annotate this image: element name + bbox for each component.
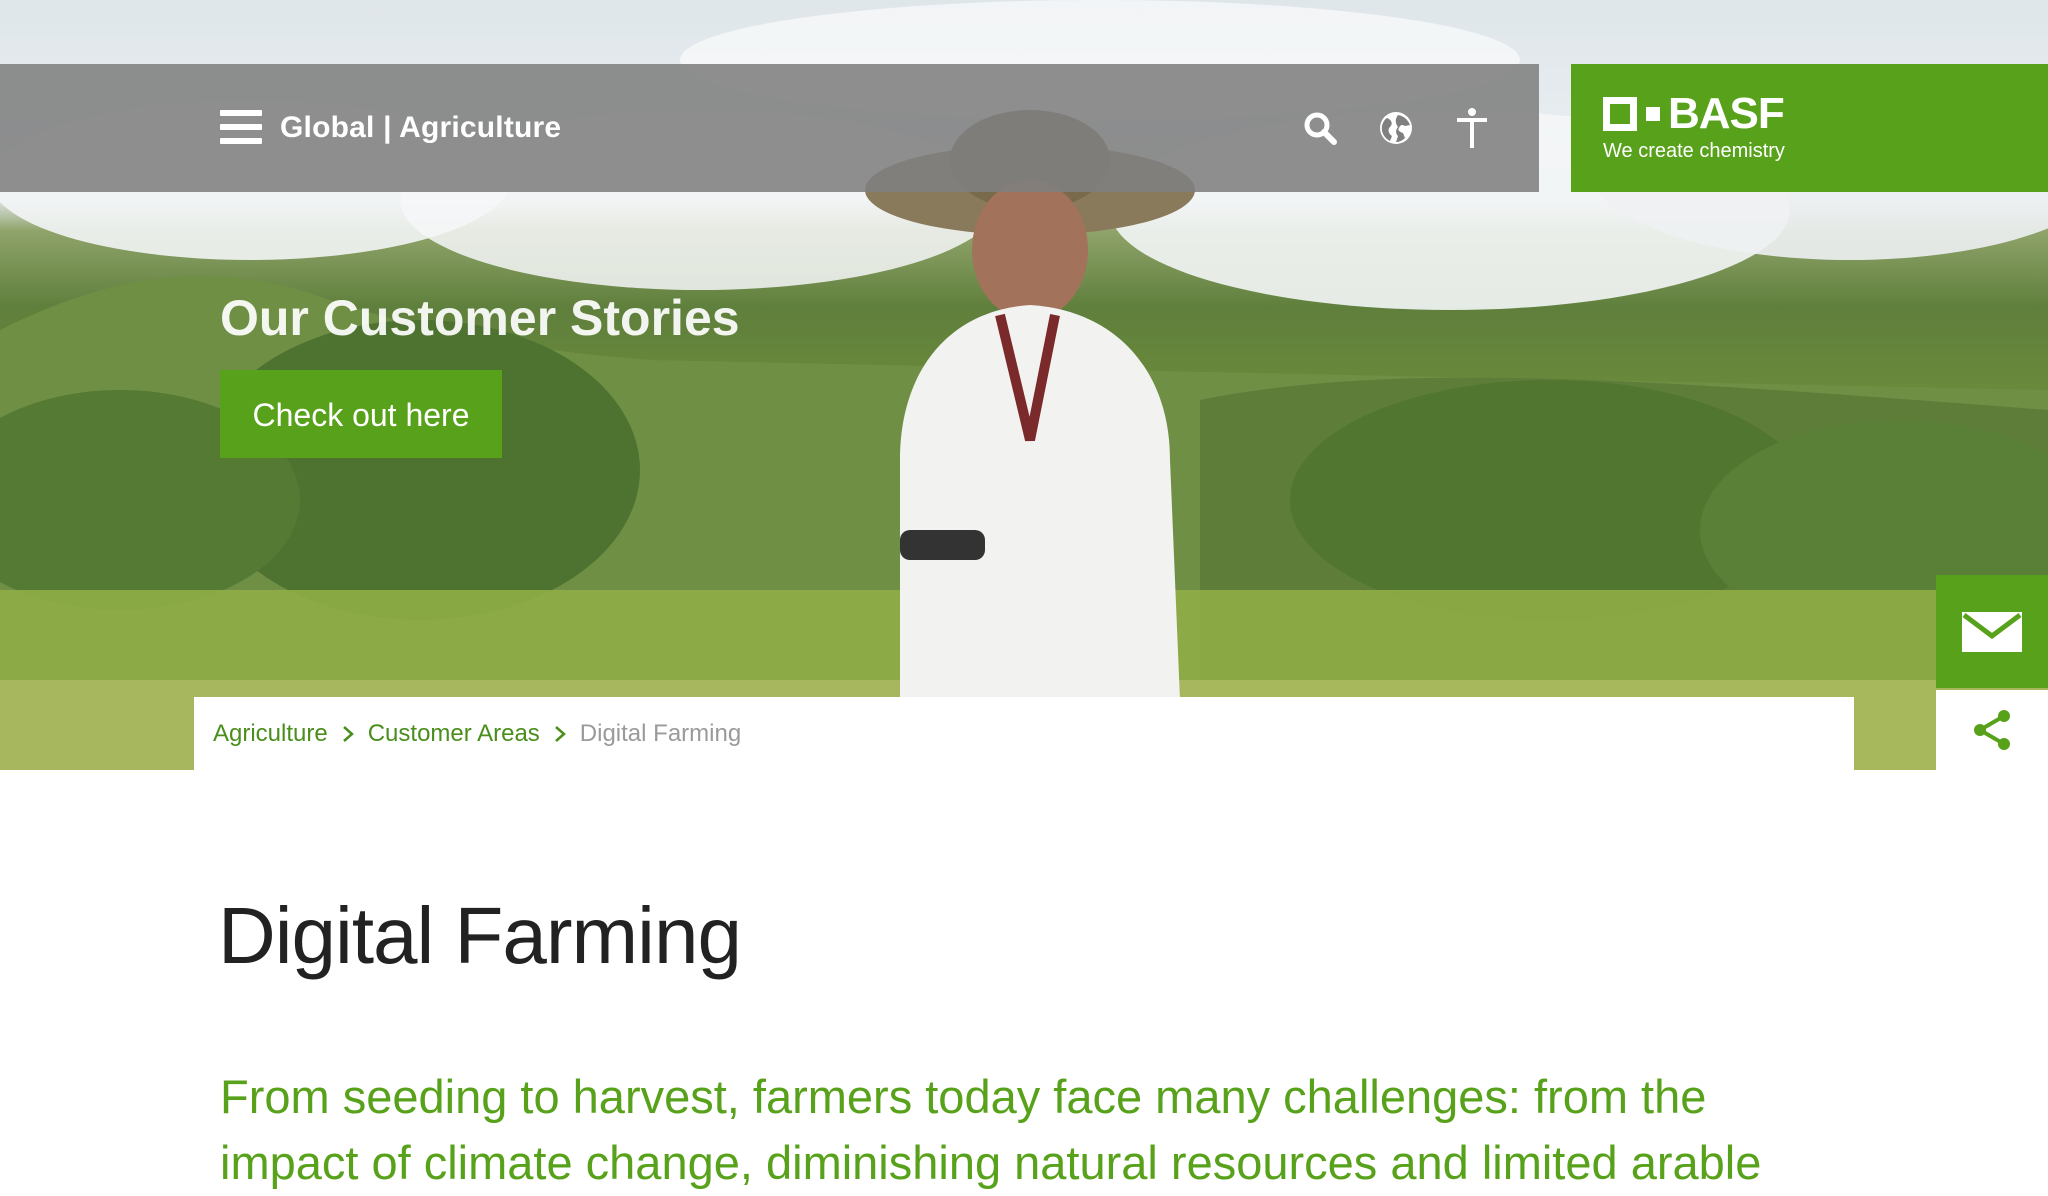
share-icon xyxy=(1974,710,2010,750)
logo-tagline: We create chemistry xyxy=(1603,140,1785,162)
top-navigation-bar: Global | Agriculture xyxy=(0,64,1539,192)
globe-icon[interactable] xyxy=(1376,106,1416,150)
contact-mail-button[interactable] xyxy=(1936,575,2048,688)
logo-wordmark: BASF xyxy=(1668,89,1785,138)
site-title[interactable]: Global | Agriculture xyxy=(280,109,561,147)
accessibility-icon[interactable] xyxy=(1452,106,1492,150)
search-icon[interactable] xyxy=(1300,106,1340,150)
share-button[interactable] xyxy=(1936,690,2048,770)
intro-paragraph: From seeding to harvest, farmers today f… xyxy=(220,1070,1762,1189)
breadcrumb: Agriculture Customer Areas Digital Farmi… xyxy=(194,697,1854,770)
breadcrumb-item-digital-farming: Digital Farming xyxy=(579,719,742,747)
breadcrumb-item-agriculture[interactable]: Agriculture xyxy=(213,720,328,748)
chevron-right-icon xyxy=(554,725,566,742)
page-title: Digital Farming xyxy=(218,891,742,980)
breadcrumb-item-customer-areas[interactable]: Customer Areas xyxy=(368,720,540,748)
brand-logo[interactable]: BASF We create chemistry xyxy=(1571,64,2048,192)
chevron-right-icon xyxy=(342,725,354,742)
check-out-button[interactable]: Check out here xyxy=(220,370,502,458)
basf-logo-mark: BASF xyxy=(1603,89,1785,138)
menu-icon[interactable] xyxy=(220,110,262,144)
mail-icon xyxy=(1962,611,2022,652)
hero-heading: Our Customer Stories xyxy=(220,290,740,346)
